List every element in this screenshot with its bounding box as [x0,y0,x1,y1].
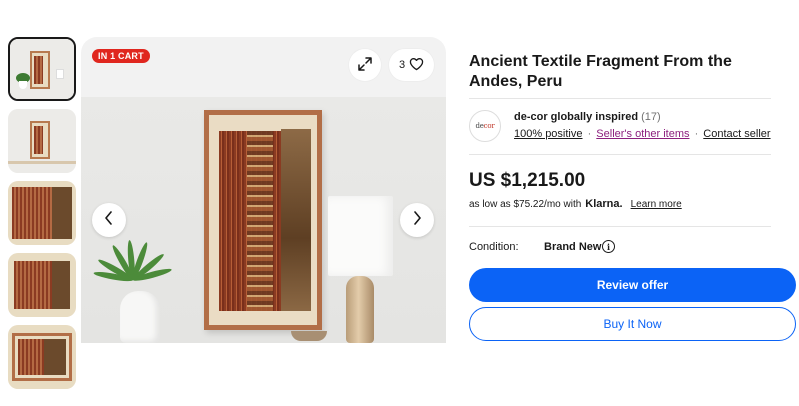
seller-feedback-count: (17) [641,111,661,123]
review-offer-button[interactable]: Review offer [469,268,796,302]
seller-links: 100% positive · Seller's other items · C… [514,128,771,140]
klarna-logo: Klarna. [585,198,623,210]
watch-button[interactable]: 3 [389,49,434,81]
contact-seller-link[interactable]: Contact seller [703,128,770,140]
klarna-financing: as low as $75.22/mo with Klarna. Learn m… [469,198,682,210]
learn-more-link[interactable]: Learn more [631,199,682,210]
lamp-shade [328,196,393,276]
condition-value: Brand New [544,241,602,253]
seller-logo-text: de [475,122,484,130]
vase [120,291,160,343]
artwork-frame [204,110,322,330]
separator: · [694,128,699,140]
thumbnail-1[interactable] [8,37,76,101]
separator: · [587,128,592,140]
seller-logo[interactable]: de cor [469,110,501,142]
thumbnail-3[interactable] [8,181,76,245]
seller-name: de-cor globally inspired (17) [514,111,661,123]
product-photo [81,97,446,343]
divider [469,154,771,155]
next-image-button[interactable] [400,203,434,237]
price: US $1,215.00 [469,170,586,191]
info-icon[interactable]: i [602,240,615,253]
seller-logo-text-accent: cor [483,122,495,130]
condition-label: Condition: [469,241,519,253]
watch-count: 3 [398,59,406,71]
listing-title: Ancient Textile Fragment From the Andes,… [469,53,732,90]
expand-button[interactable] [349,49,381,81]
previous-image-button[interactable] [92,203,126,237]
divider [469,98,771,99]
expand-icon [357,56,373,75]
klarna-text: as low as $75.22/mo with [469,198,582,210]
chevron-left-icon [104,210,114,230]
in-cart-badge: IN 1 CART [92,49,150,63]
thumbnail-2[interactable] [8,109,76,173]
buy-it-now-button[interactable]: Buy It Now [469,307,796,341]
divider [469,226,771,227]
main-product-image[interactable]: IN 1 CART 3 [81,37,446,343]
dish [291,331,327,341]
thumbnail-4[interactable] [8,253,76,317]
lamp-base [346,276,374,343]
positive-feedback-link[interactable]: 100% positive [514,128,583,140]
sellers-other-items-link[interactable]: Seller's other items [596,128,689,140]
thumbnail-5[interactable] [8,325,76,389]
chevron-right-icon [412,210,422,230]
heart-icon [409,57,424,74]
seller-name-text: de-cor globally inspired [514,111,639,123]
